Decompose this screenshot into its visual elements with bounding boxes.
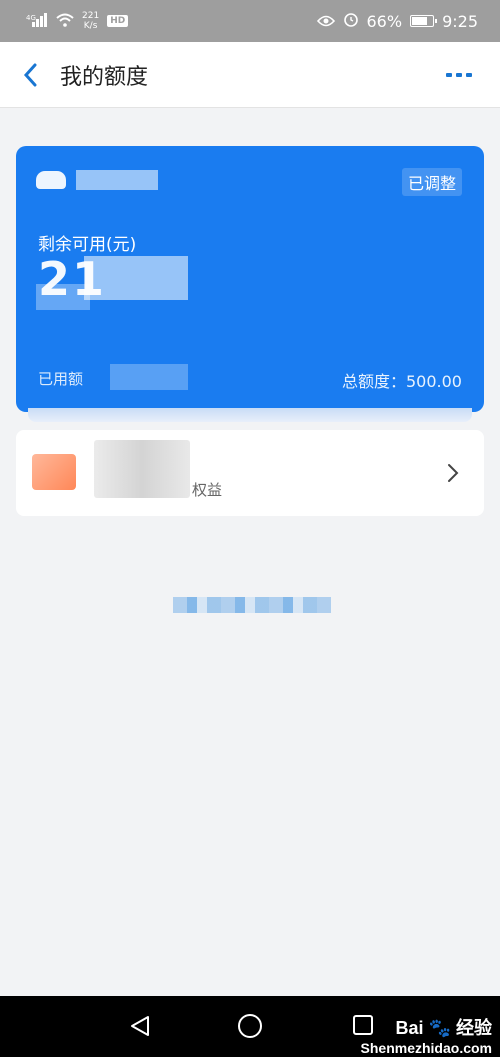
watermark-brand-text: Bai [395, 1018, 424, 1038]
redacted-benefit-title [94, 440, 190, 498]
more-options-button[interactable] [442, 62, 476, 88]
watermark-brand: Bai 🐾 经验 [361, 1014, 492, 1040]
nav-back-button[interactable] [128, 1014, 152, 1042]
net-speed-value: 221 [82, 11, 100, 21]
system-nav-bar: Bai 🐾 经验 Shenmezhidao.com [0, 996, 500, 1057]
quota-card: 已调整 剩余可用(元) 21 已用额 总额度：500.00 [16, 146, 484, 412]
more-dot [446, 73, 452, 77]
net-speed-unit: K/s [83, 21, 98, 31]
product-logo-icon [36, 171, 66, 189]
redacted-link[interactable] [173, 597, 331, 613]
eye-icon [316, 12, 335, 31]
benefit-list-item[interactable]: 权益 [16, 430, 484, 516]
card-shadow [28, 408, 472, 422]
redacted-product-name [76, 170, 158, 190]
wifi-icon [56, 12, 74, 31]
adjusted-status-badge: 已调整 [401, 168, 462, 196]
status-bar-left: 4G 221 K/s HD [26, 11, 129, 31]
status-bar: 4G 221 K/s HD 66% 9:25 [0, 0, 500, 42]
watermark-brand-suffix: 经验 [456, 1018, 492, 1038]
net-speed: 221 K/s [82, 11, 99, 31]
triangle-back-icon [131, 1016, 149, 1036]
more-dot [456, 73, 462, 77]
signal-label: 4G [26, 14, 36, 22]
battery-icon [410, 15, 438, 27]
page-title: 我的额度 [60, 64, 149, 90]
redacted-amount [84, 256, 188, 300]
nav-bar: 我的额度 [0, 42, 500, 108]
watermark-site: Shenmezhidao.com [360, 1040, 492, 1056]
battery-percent: 66% [366, 11, 403, 31]
redacted-amount-shadow [36, 284, 90, 310]
used-label: 已用额 [38, 370, 84, 388]
hd-badge: HD [107, 15, 129, 27]
chevron-right-icon [448, 464, 459, 482]
alarm-icon [343, 11, 359, 31]
clock: 9:25 [442, 11, 478, 31]
redacted-used-value [110, 364, 188, 390]
back-button[interactable] [0, 42, 60, 108]
nav-home-button[interactable] [236, 1012, 264, 1044]
paw-icon: 🐾 [428, 1018, 451, 1038]
status-bar-right: 66% 9:25 [316, 11, 478, 31]
circle-home-icon [238, 1014, 262, 1038]
watermark: Bai 🐾 经验 Shenmezhidao.com [361, 1014, 492, 1056]
benefit-thumbnail [32, 454, 76, 490]
back-arrow-icon [23, 63, 37, 86]
signal-icon: 4G [26, 12, 48, 30]
benefit-label: 权益 [192, 481, 223, 499]
more-dot [466, 73, 472, 77]
total-quota-label: 总额度：500.00 [342, 372, 462, 391]
